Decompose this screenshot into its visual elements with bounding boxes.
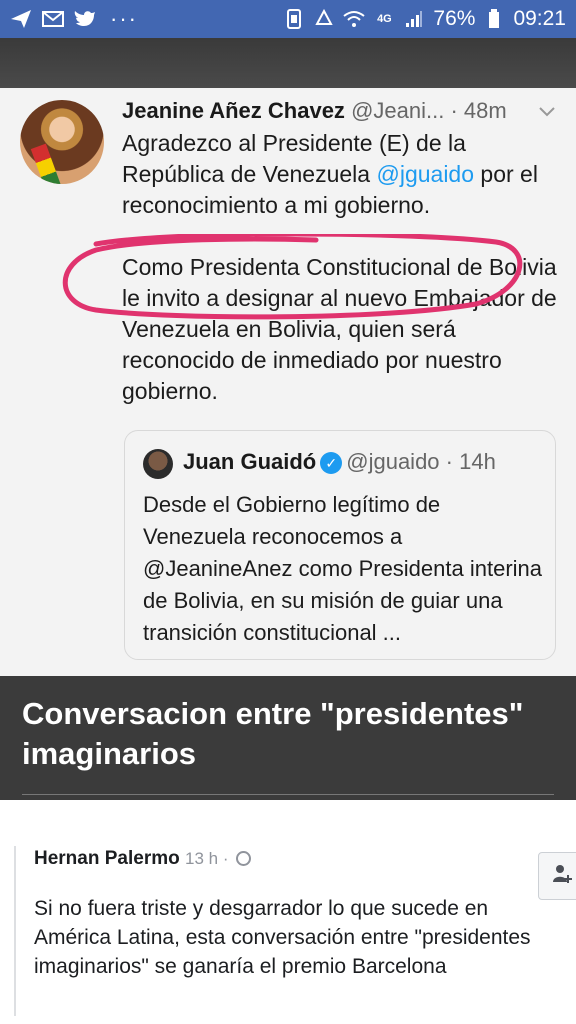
tweet-handle: @Jeani...: [351, 98, 445, 123]
send-icon: [10, 9, 32, 29]
clock: 09:21: [513, 7, 566, 30]
more-notifications-icon: ···: [110, 6, 138, 31]
signal-icon: [403, 9, 425, 29]
comment-text: Si no fuera triste y desgarrador lo que …: [34, 897, 531, 978]
photo-caption: Conversacion entre "presidentes" imagina…: [22, 696, 524, 771]
status-bar-notifications: ···: [10, 6, 283, 32]
quoted-author-avatar: [143, 449, 173, 479]
quoted-tweet: Juan Guaidó ✓ @jguaido · 14h Desde el Gobi…: [124, 430, 556, 660]
tweet-author-name: Jeanine Añez Chavez: [122, 98, 345, 123]
verified-badge-icon: ✓: [320, 452, 343, 475]
twitter-icon: [74, 9, 96, 29]
battery-icon: [483, 9, 505, 29]
network-4g-icon: 4G: [377, 13, 392, 25]
battery-percent: 76%: [433, 7, 476, 30]
add-friend-button[interactable]: [538, 852, 576, 900]
wifi-icon: [343, 9, 366, 29]
tweet-author-avatar: [20, 100, 104, 184]
status-bar-system: 4G 76% 09:21: [283, 7, 566, 31]
quoted-tweet-header: Juan Guaidó ✓ @jguaido · 14h: [183, 449, 496, 475]
caption-divider: [22, 794, 554, 795]
add-friend-icon: [551, 863, 573, 890]
highlight-circle: [62, 234, 523, 320]
globe-icon: [235, 851, 251, 867]
mail-icon: [42, 9, 64, 29]
comment-time[interactable]: 13 h ·: [185, 849, 228, 868]
comment-thread-line: [14, 846, 16, 1016]
chevron-down-icon: [538, 102, 556, 123]
quoted-handle: @jguaido: [346, 449, 440, 474]
comment-author[interactable]: Hernan Palermo: [34, 848, 180, 869]
tweet-mention: @jguaido: [376, 161, 475, 187]
tweet-header: Jeanine Añez Chavez @Jeani... · 48m: [122, 98, 507, 124]
vibrate-icon: [283, 9, 305, 29]
quoted-author-name: Juan Guaidó: [183, 449, 317, 474]
quoted-age: · 14h: [445, 449, 496, 474]
quoted-tweet-text: Desde el Gobierno legítimo de Venezuela …: [143, 492, 543, 645]
caption-band: Conversacion entre "presidentes" imagina…: [0, 676, 576, 800]
status-bar: ··· 4G 76% 09:21: [0, 0, 576, 38]
shared-photo[interactable]: Jeanine Añez Chavez @Jeani... · 48m Agra…: [0, 38, 576, 800]
tweet-paragraph-1: Agradezco al Presidente (E) de la Repúbl…: [122, 130, 538, 218]
recycle-icon: [313, 9, 335, 29]
photo-top-shade: [0, 38, 576, 88]
tweet-age: · 48m: [450, 98, 507, 123]
comment-header: Hernan Palermo 13 h ·: [34, 848, 251, 870]
